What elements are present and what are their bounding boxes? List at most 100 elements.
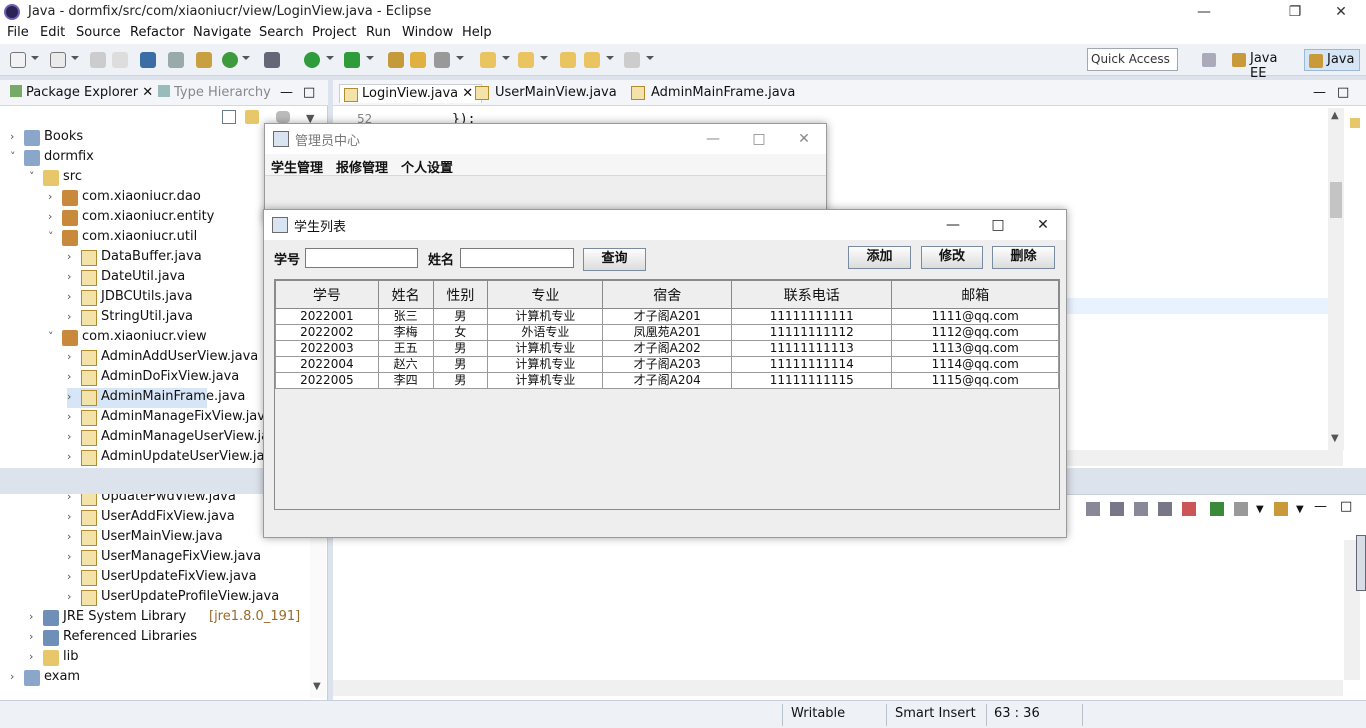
menu-personal-settings[interactable]: 个人设置 [401, 157, 453, 176]
column-header[interactable]: 专业 [487, 280, 604, 309]
chevron-right-icon[interactable]: › [67, 550, 79, 563]
menu-repair-management[interactable]: 报修管理 [336, 157, 388, 176]
tab-package-explorer[interactable]: Package Explorer ✕ [10, 85, 153, 100]
table-row[interactable]: 2022002 李梅女外语专业 凤凰苑A201 11111111112 1112@qq.… [275, 324, 1059, 341]
word-wrap-icon[interactable] [1134, 502, 1148, 516]
display-console-icon[interactable] [1234, 502, 1248, 516]
chevron-right-icon[interactable]: › [67, 510, 79, 523]
chevron-down-icon[interactable]: ˅ [29, 170, 41, 183]
editor-scrollbar[interactable] [1328, 108, 1344, 450]
maximize-console-icon[interactable]: □ [1340, 499, 1352, 514]
clear-console-icon[interactable] [1086, 502, 1100, 516]
maximize-icon[interactable]: □ [975, 210, 1021, 240]
new-file-dropdown-icon[interactable] [71, 56, 79, 60]
minimize-icon[interactable]: — [930, 210, 976, 240]
skip-breakpoints-icon[interactable] [168, 52, 184, 68]
display-dropdown-icon[interactable]: ▼ [1256, 504, 1264, 515]
student-id-input[interactable] [305, 248, 418, 268]
menu-search[interactable]: Search [259, 25, 304, 40]
tab-adminmainframe[interactable]: AdminMainFrame.java [629, 85, 795, 100]
column-header[interactable]: 宿舍 [602, 280, 733, 309]
chevron-right-icon[interactable]: › [67, 530, 79, 543]
refresh-icon[interactable] [222, 52, 238, 68]
chevron-right-icon[interactable]: › [67, 450, 79, 463]
scroll-up-icon[interactable]: ▲ [1331, 110, 1339, 121]
column-header[interactable]: 学号 [275, 280, 379, 309]
scroll-down-icon[interactable]: ▼ [1331, 433, 1339, 444]
delete-button[interactable]: 删除 [992, 246, 1055, 269]
add-button[interactable]: 添加 [848, 246, 911, 269]
open-perspective-button[interactable] [1198, 49, 1220, 71]
chevron-down-icon[interactable]: ˅ [10, 150, 22, 163]
close-icon[interactable]: ✕ [1020, 210, 1066, 240]
link-editor-icon[interactable] [245, 110, 259, 124]
tab-type-hierarchy[interactable]: Type Hierarchy [158, 85, 271, 100]
open-console-dropdown-icon[interactable]: ▼ [1296, 504, 1304, 515]
debug-icon[interactable] [264, 52, 280, 68]
open-type-icon[interactable] [388, 52, 404, 68]
close-tab-icon[interactable]: ✕ [462, 86, 473, 101]
table-row[interactable]: 2022005 李四男计算机专业 才子阁A204 11111111115 1115@qq… [275, 372, 1059, 389]
new-icon[interactable] [10, 52, 26, 68]
pin-console-icon[interactable] [1210, 502, 1224, 516]
close-icon[interactable]: ✕ [781, 124, 827, 154]
minimize-icon[interactable]: — [690, 124, 736, 154]
chevron-right-icon[interactable]: › [67, 390, 79, 403]
chevron-right-icon[interactable]: › [48, 190, 60, 203]
scroll-lock-icon[interactable] [1110, 502, 1124, 516]
table-row[interactable]: 2022004 赵六男计算机专业 才子阁A203 11111111114 1114@qq… [275, 356, 1059, 373]
maximize-editor-icon[interactable]: □ [1337, 85, 1349, 100]
open-folder-icon[interactable] [410, 52, 426, 68]
edit-dropdown-icon[interactable] [456, 56, 464, 60]
table-row[interactable]: 2022003 王五男计算机专业 才子阁A202 11111111113 1113@qq… [275, 340, 1059, 357]
chevron-right-icon[interactable]: › [29, 630, 41, 643]
tree-item[interactable]: › AdminMainFrame.java [67, 388, 245, 408]
column-header[interactable]: 姓名 [377, 280, 434, 309]
restore-icon[interactable]: ❐ [1272, 0, 1318, 24]
chevron-right-icon[interactable]: › [67, 290, 79, 303]
package-icon[interactable] [196, 52, 212, 68]
menu-help[interactable]: Help [462, 25, 492, 40]
back-dropdown-icon[interactable] [606, 56, 614, 60]
chevron-right-icon[interactable]: › [67, 570, 79, 583]
menu-project[interactable]: Project [312, 25, 356, 40]
menu-window[interactable]: Window [402, 25, 453, 40]
chevron-right-icon[interactable]: › [48, 210, 60, 223]
next-annotation-dropdown-icon[interactable] [502, 56, 510, 60]
chevron-down-icon[interactable]: ˅ [48, 330, 60, 343]
minimize-editor-icon[interactable]: — [1313, 85, 1326, 100]
chevron-right-icon[interactable]: › [67, 430, 79, 443]
save-all-icon[interactable] [112, 52, 128, 68]
chevron-right-icon[interactable]: › [29, 610, 41, 623]
chevron-down-icon[interactable]: ˅ [48, 230, 60, 243]
chevron-right-icon[interactable]: › [67, 270, 79, 283]
menu-navigate[interactable]: Navigate [193, 25, 251, 40]
side-handle[interactable] [1356, 535, 1366, 591]
run-dropdown-icon[interactable] [326, 56, 334, 60]
run-external-dropdown-icon[interactable] [366, 56, 374, 60]
column-header[interactable]: 邮箱 [891, 280, 1059, 309]
chevron-right-icon[interactable]: › [10, 670, 22, 683]
run-icon[interactable] [304, 52, 320, 68]
collapse-all-icon[interactable] [222, 110, 236, 124]
scroll-down-icon[interactable]: ▼ [313, 681, 321, 692]
new-dropdown-icon[interactable] [31, 56, 39, 60]
save-icon[interactable] [90, 52, 106, 68]
run-external-icon[interactable] [344, 52, 360, 68]
column-header[interactable]: 联系电话 [731, 280, 893, 309]
chevron-right-icon[interactable]: › [67, 310, 79, 323]
chevron-right-icon[interactable]: › [67, 590, 79, 603]
maximize-view-icon[interactable]: □ [303, 85, 315, 100]
minimize-view-icon[interactable]: — [280, 85, 293, 100]
menu-student-management[interactable]: 学生管理 [271, 157, 323, 176]
forward-icon[interactable] [624, 52, 640, 68]
perspective-java[interactable]: Java [1304, 49, 1360, 71]
warning-marker-icon[interactable] [1350, 118, 1360, 128]
chevron-right-icon[interactable]: › [10, 130, 22, 143]
remove-launch-icon[interactable] [1182, 502, 1196, 516]
new-file-icon[interactable] [50, 52, 66, 68]
show-on-output-icon[interactable] [1158, 502, 1172, 516]
menu-source[interactable]: Source [76, 25, 121, 40]
student-table-scroll[interactable]: 学号 姓名 性别 专业 宿舍 联系电话 邮箱 2022001 张三男计算机专业 才子阁A201 1… [274, 279, 1060, 510]
prev-annotation-icon[interactable] [518, 52, 534, 68]
